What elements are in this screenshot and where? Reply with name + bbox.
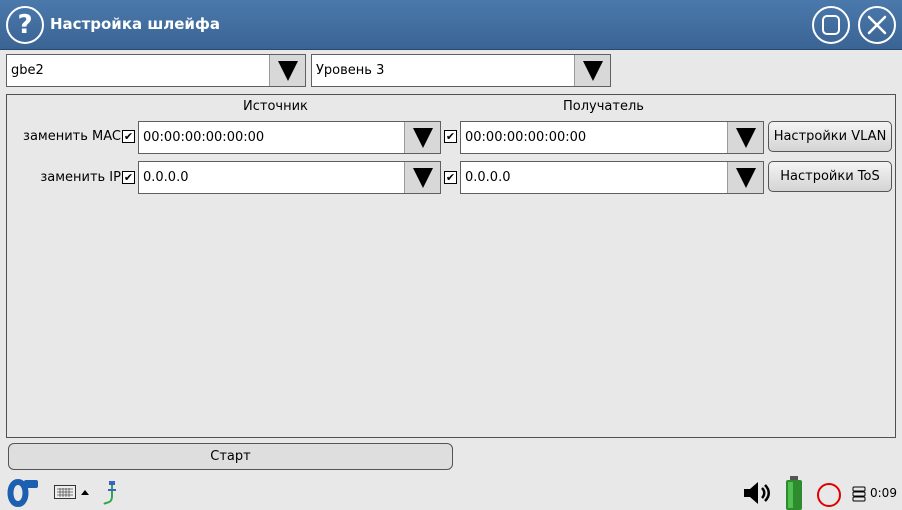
settings-panel: Источник Получатель заменить MAC ✔ 00:00… bbox=[6, 94, 896, 438]
source-mac-field[interactable]: 00:00:00:00:00:00 bbox=[138, 121, 441, 154]
chevron-down-icon[interactable] bbox=[727, 162, 763, 193]
speaker-icon[interactable] bbox=[742, 480, 774, 506]
replace-ip-checkbox[interactable]: ✔ bbox=[122, 171, 135, 184]
chevron-down-icon[interactable] bbox=[574, 55, 610, 86]
keyboard-icon[interactable] bbox=[54, 485, 76, 499]
dest-mac-value: 00:00:00:00:00:00 bbox=[465, 130, 587, 145]
dest-mac-checkbox[interactable]: ✔ bbox=[444, 130, 457, 143]
tos-settings-button[interactable]: Настройки ToS bbox=[768, 161, 892, 192]
restore-button[interactable] bbox=[812, 6, 850, 44]
battery-icon bbox=[786, 476, 802, 510]
dest-ip-value: 0.0.0.0 bbox=[465, 170, 511, 185]
window-title: Настройка шлейфа bbox=[50, 15, 220, 33]
app-logo-icon[interactable] bbox=[4, 478, 44, 508]
chevron-down-icon[interactable] bbox=[727, 122, 763, 153]
status-bar: 0:09 bbox=[0, 474, 902, 510]
source-ip-value: 0.0.0.0 bbox=[143, 170, 189, 185]
title-bar: ? Настройка шлейфа bbox=[0, 0, 902, 50]
dest-ip-checkbox[interactable]: ✔ bbox=[444, 171, 457, 184]
dest-header: Получатель bbox=[563, 99, 644, 114]
clock-time: 0:09 bbox=[870, 486, 897, 500]
vlan-settings-button[interactable]: Настройки VLAN bbox=[768, 121, 892, 152]
interface-value: gbe2 bbox=[11, 63, 44, 78]
level-select[interactable]: Уровень 3 bbox=[311, 54, 611, 87]
chevron-down-icon[interactable] bbox=[404, 122, 440, 153]
replace-ip-label: заменить IP bbox=[40, 170, 121, 185]
dest-mac-field[interactable]: 00:00:00:00:00:00 bbox=[460, 121, 764, 154]
source-ip-field[interactable]: 0.0.0.0 bbox=[138, 161, 441, 194]
close-icon bbox=[867, 15, 887, 35]
chevron-down-icon[interactable] bbox=[269, 55, 305, 86]
help-icon[interactable]: ? bbox=[6, 6, 44, 44]
caret-up-icon[interactable] bbox=[80, 488, 90, 496]
replace-mac-checkbox[interactable]: ✔ bbox=[122, 130, 135, 143]
record-icon[interactable] bbox=[816, 482, 842, 508]
dest-ip-field[interactable]: 0.0.0.0 bbox=[460, 161, 764, 194]
source-header: Источник bbox=[243, 99, 308, 114]
chevron-down-icon[interactable] bbox=[404, 162, 440, 193]
storage-icon bbox=[852, 486, 866, 502]
level-value: Уровень 3 bbox=[316, 63, 385, 78]
replace-mac-label: заменить MAC bbox=[23, 129, 121, 144]
source-mac-value: 00:00:00:00:00:00 bbox=[143, 130, 265, 145]
interface-select[interactable]: gbe2 bbox=[6, 54, 306, 87]
close-button[interactable] bbox=[858, 6, 896, 44]
start-button[interactable]: Старт bbox=[8, 443, 453, 470]
network-icon bbox=[103, 481, 116, 505]
